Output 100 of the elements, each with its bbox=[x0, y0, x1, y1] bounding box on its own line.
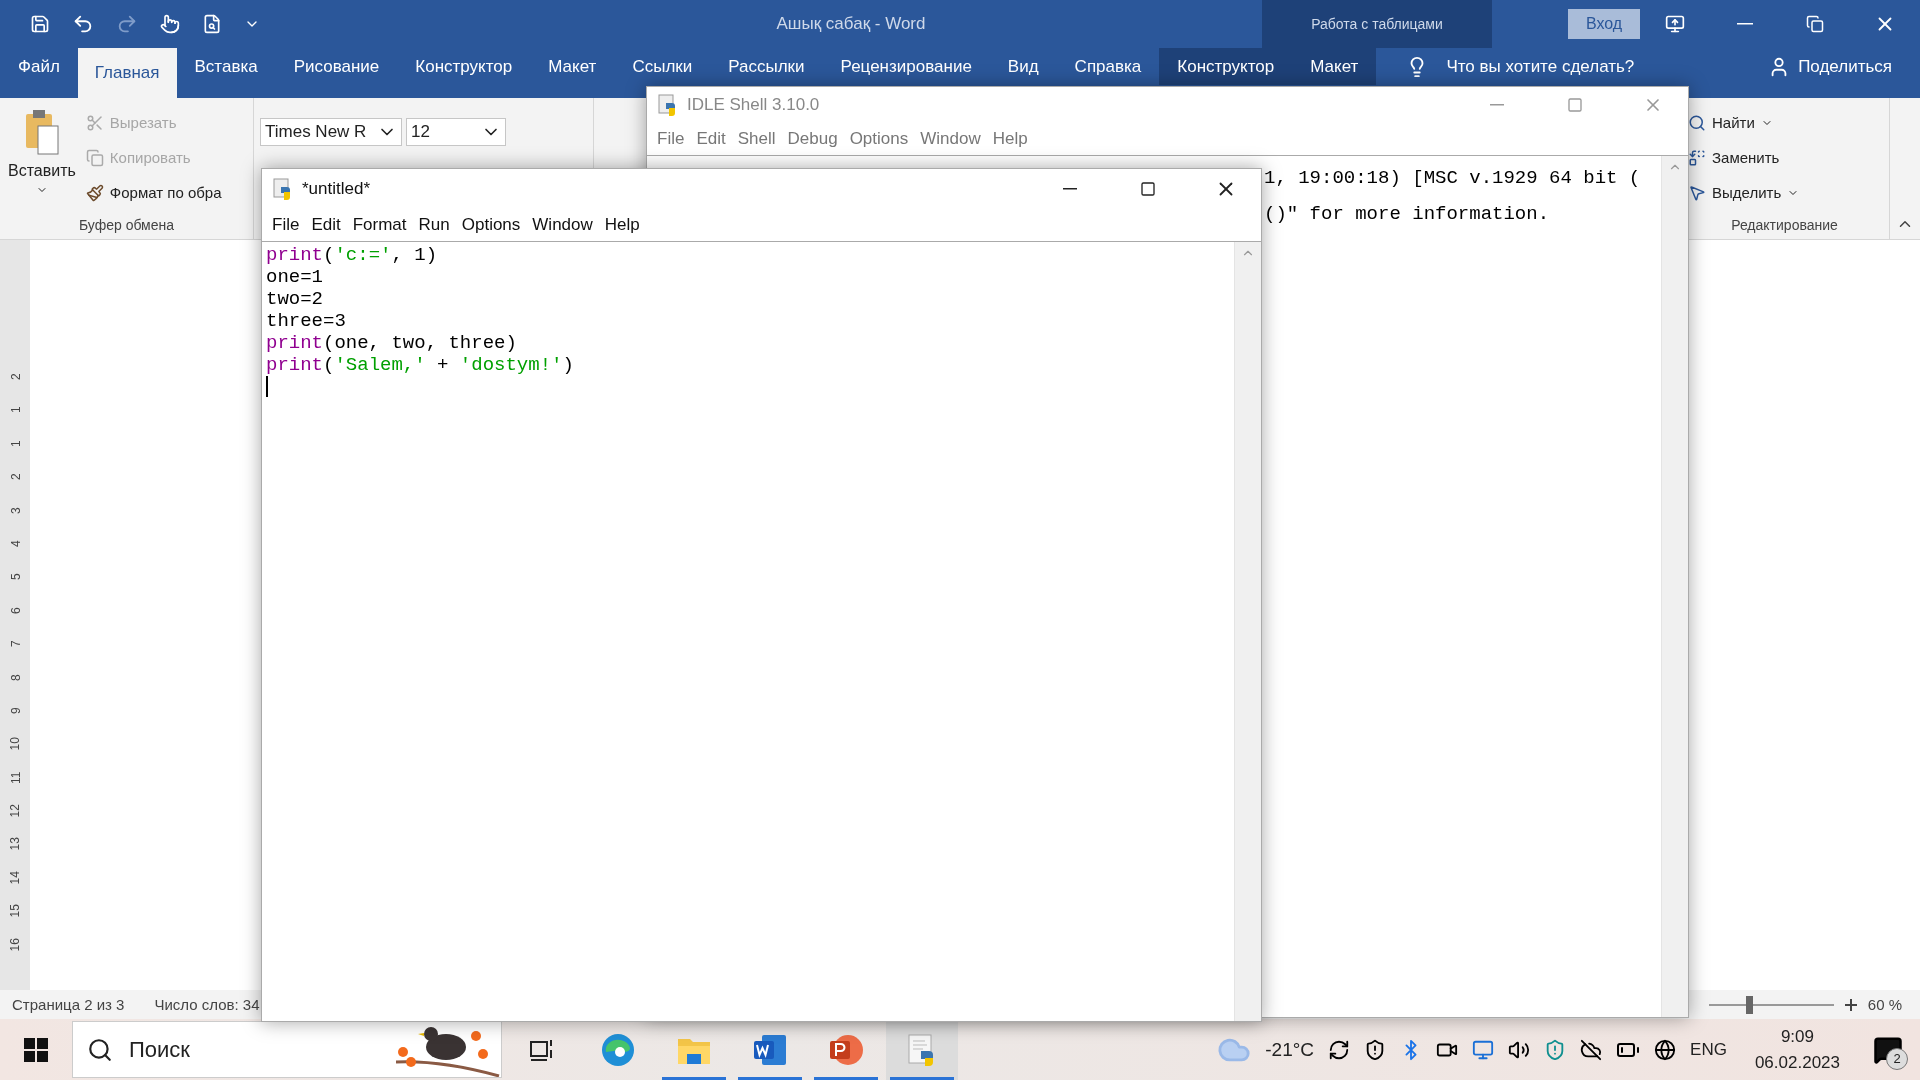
sign-in-button[interactable]: Вход bbox=[1568, 9, 1640, 39]
menu-item[interactable]: Edit bbox=[690, 129, 732, 149]
ruler-number: 16 bbox=[7, 937, 23, 951]
scrollbar[interactable] bbox=[1661, 156, 1688, 1017]
minimize-icon bbox=[1737, 23, 1753, 25]
clock-time[interactable]: 9:09 bbox=[1780, 1026, 1814, 1047]
ruler-number: 10 bbox=[7, 737, 23, 751]
text-cursor bbox=[266, 376, 268, 397]
editing-command[interactable]: Выделить bbox=[1686, 178, 1883, 207]
paste-button[interactable]: Вставить bbox=[6, 104, 78, 217]
four-squares-icon bbox=[24, 1037, 48, 1062]
ruler-number: 2 bbox=[7, 473, 23, 481]
print-preview-icon[interactable] bbox=[202, 14, 222, 34]
ribbon-tab[interactable]: Конструктор bbox=[397, 48, 531, 85]
ruler-number: 8 bbox=[7, 673, 23, 681]
ribbon-tab[interactable]: Справка bbox=[1056, 48, 1160, 85]
paintbrush-icon bbox=[85, 183, 104, 202]
menu-item[interactable]: Help bbox=[986, 129, 1034, 149]
ribbon-tab[interactable]: Главная bbox=[77, 48, 177, 98]
ribbon-tab[interactable]: Рецензирование bbox=[822, 48, 990, 85]
zoom-in-icon[interactable] bbox=[1843, 997, 1858, 1012]
redo-icon[interactable] bbox=[116, 13, 138, 35]
temperature[interactable]: -21°C bbox=[1265, 1038, 1315, 1061]
ribbon-tab[interactable]: Макет bbox=[1292, 48, 1377, 85]
maximize-icon bbox=[1567, 97, 1583, 113]
ruler-number: 4 bbox=[7, 540, 23, 547]
scissors-icon bbox=[85, 113, 104, 132]
word-app-icon bbox=[752, 1032, 788, 1067]
ribbon-tab[interactable]: Рисование bbox=[275, 48, 398, 85]
code-line: print(one, two, three) bbox=[266, 332, 518, 354]
browser-icon bbox=[600, 1031, 636, 1068]
ruler-number: 12 bbox=[7, 804, 23, 818]
menu-item[interactable]: Format bbox=[346, 215, 413, 235]
ribbon-tab[interactable]: Ссылки bbox=[614, 48, 711, 85]
touch-mode-icon[interactable] bbox=[160, 14, 180, 34]
minimize-icon bbox=[1490, 104, 1504, 106]
ruler-number: 2 bbox=[7, 373, 23, 381]
menu-item[interactable]: Help bbox=[598, 215, 646, 235]
menu-item[interactable]: Options bbox=[455, 215, 527, 235]
group-label: Буфер обмена bbox=[78, 217, 175, 235]
ruler-number: 9 bbox=[7, 707, 23, 714]
ruler-number: 6 bbox=[7, 607, 23, 614]
share-button[interactable]: Поделиться bbox=[1762, 48, 1898, 85]
monitor-arrow-icon bbox=[1665, 14, 1685, 34]
menu-item[interactable]: File bbox=[266, 215, 306, 235]
ribbon-tab[interactable]: Файл bbox=[0, 48, 78, 85]
zoom-level[interactable]: 60 % bbox=[1867, 996, 1902, 1013]
ruler-number: 11 bbox=[7, 771, 23, 784]
menu-item[interactable]: Window bbox=[526, 215, 599, 235]
restore-icon bbox=[1806, 15, 1824, 33]
clipboard-command[interactable]: Формат по обра bbox=[83, 178, 224, 207]
page-count[interactable]: Страница 2 из 3 bbox=[12, 996, 125, 1013]
code-line: print('Salem,' + 'dostym!') bbox=[266, 354, 575, 376]
cursor-icon bbox=[1688, 183, 1706, 202]
group-label: Редактирование bbox=[1731, 217, 1838, 235]
tell-me-search[interactable]: Что вы хотите сделать? bbox=[1400, 48, 1641, 85]
globe-icon[interactable] bbox=[1654, 1038, 1677, 1061]
copy-icon bbox=[85, 148, 104, 167]
window-title: *untitled* bbox=[302, 179, 372, 199]
sync-icon[interactable] bbox=[1328, 1038, 1351, 1061]
font-name-field[interactable]: Times New R bbox=[260, 118, 402, 146]
word-count[interactable]: Число слов: 34 bbox=[154, 996, 260, 1013]
ruler-number: 5 bbox=[7, 573, 23, 581]
font-size-field[interactable]: 12 bbox=[406, 118, 506, 146]
monitor-icon[interactable] bbox=[1472, 1038, 1495, 1061]
ribbon-tab[interactable]: Вставка bbox=[176, 48, 276, 85]
menu-item[interactable]: Window bbox=[914, 129, 987, 149]
taskbar-search-field[interactable]: Поиск bbox=[72, 1021, 502, 1078]
editing-command[interactable]: Найти bbox=[1686, 108, 1883, 137]
undo-icon[interactable] bbox=[72, 13, 94, 35]
input-language[interactable]: ENG bbox=[1690, 1039, 1727, 1060]
notifications-button[interactable]: 2 bbox=[1868, 1029, 1908, 1070]
menu-item[interactable]: Shell bbox=[731, 129, 782, 149]
presentation-app-icon bbox=[828, 1032, 864, 1067]
menu-item[interactable]: Options bbox=[843, 129, 915, 149]
menu-item[interactable]: File bbox=[651, 129, 691, 149]
cloud-off-icon[interactable] bbox=[1580, 1038, 1603, 1061]
code-line: one=1 bbox=[266, 266, 324, 288]
search-icon bbox=[1688, 113, 1706, 132]
menu-item[interactable]: Run bbox=[412, 215, 456, 235]
ribbon-tab[interactable]: Вид bbox=[989, 48, 1057, 85]
save-icon[interactable] bbox=[30, 14, 50, 34]
ribbon-tab[interactable]: Рассылки bbox=[710, 48, 823, 85]
shell-output-line: ()" for more information. bbox=[1264, 202, 1551, 227]
context-tab-header: Работа с таблицами bbox=[1262, 0, 1492, 48]
editing-command[interactable]: Заменить bbox=[1686, 143, 1883, 172]
menu-item[interactable]: Debug bbox=[781, 129, 844, 149]
shell-output-line: 1, 19:00:18) [MSC v.1929 64 bit ( bbox=[1264, 166, 1642, 191]
search-icon bbox=[87, 1036, 113, 1063]
replace-icon bbox=[1688, 148, 1706, 167]
maximize-icon bbox=[1140, 181, 1156, 197]
menu-item[interactable]: Edit bbox=[305, 215, 347, 235]
ruler-number: 7 bbox=[7, 640, 23, 648]
scrollbar[interactable] bbox=[1234, 242, 1261, 1021]
ribbon-tab[interactable]: Конструктор bbox=[1159, 48, 1293, 85]
clock-date[interactable]: 06.02.2023 bbox=[1754, 1052, 1840, 1073]
ribbon-tab[interactable]: Макет bbox=[530, 48, 615, 85]
window-title: Ашық сабақ - Word bbox=[775, 14, 927, 34]
ruler-number: 3 bbox=[7, 506, 23, 514]
zoom-thumb[interactable] bbox=[1746, 995, 1754, 1014]
